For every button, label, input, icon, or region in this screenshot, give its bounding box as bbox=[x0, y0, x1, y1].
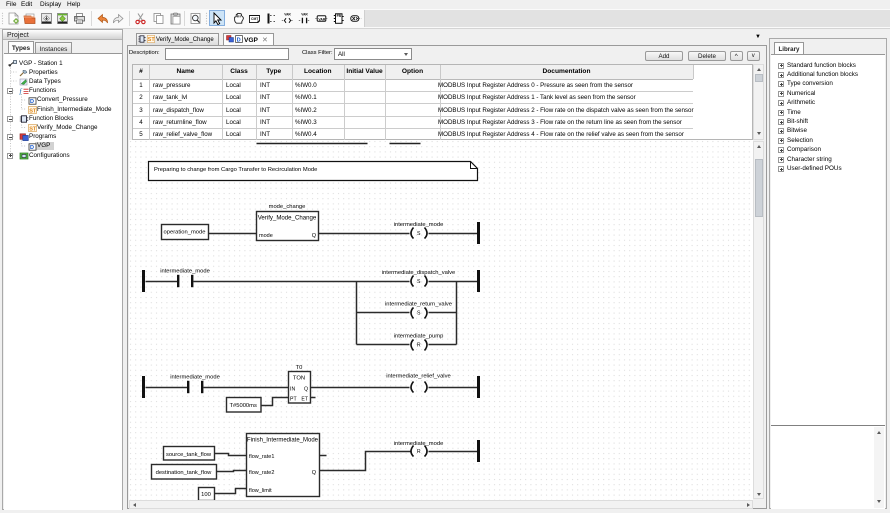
svg-text:ST: ST bbox=[29, 108, 37, 114]
svg-text:ET: ET bbox=[301, 397, 308, 403]
svg-text:FB: FB bbox=[337, 14, 342, 18]
svg-text:intermediate_mode: intermediate_mode bbox=[170, 374, 220, 380]
svg-text:Verify_Mode_Change: Verify_Mode_Change bbox=[258, 215, 317, 222]
svg-text:Q: Q bbox=[312, 470, 317, 476]
svg-text:flow_rate1: flow_rate1 bbox=[249, 454, 274, 460]
svg-text:intermediate_relief_valve: intermediate_relief_valve bbox=[386, 374, 450, 380]
svg-text:Preparing to change from Cargo: Preparing to change from Cargo Transfer … bbox=[154, 167, 317, 173]
svg-text:T0: T0 bbox=[296, 365, 303, 371]
svg-text:100: 100 bbox=[201, 492, 211, 498]
svg-text:D: D bbox=[30, 99, 34, 105]
svg-text:intermediate_mode: intermediate_mode bbox=[160, 268, 210, 274]
svg-text:mode_change: mode_change bbox=[269, 204, 306, 210]
svg-text:R: R bbox=[417, 343, 421, 349]
svg-text:TON: TON bbox=[293, 376, 305, 382]
svg-text:flow_limit: flow_limit bbox=[249, 488, 272, 494]
svg-text:intermediate_pump: intermediate_pump bbox=[394, 334, 444, 340]
svg-text:S: S bbox=[417, 231, 421, 237]
svg-text:intermediate_return_valve: intermediate_return_valve bbox=[385, 302, 452, 308]
svg-text:VAR: VAR bbox=[318, 17, 325, 21]
svg-text:PT: PT bbox=[290, 397, 297, 403]
svg-text:CMT: CMT bbox=[251, 17, 259, 21]
svg-text:source_tank_flow: source_tank_flow bbox=[166, 452, 212, 458]
svg-text:VAR: VAR bbox=[301, 13, 308, 17]
svg-text:VAR: VAR bbox=[284, 13, 291, 17]
svg-text:destination_tank_flow: destination_tank_flow bbox=[156, 470, 213, 476]
svg-text:T#5000ms: T#5000ms bbox=[230, 403, 257, 409]
svg-text:intermediate_dispatch_valve: intermediate_dispatch_valve bbox=[382, 270, 455, 276]
svg-text:operation_mode: operation_mode bbox=[164, 230, 206, 236]
svg-text:Finish_Intermediate_Mode: Finish_Intermediate_Mode bbox=[247, 438, 319, 444]
svg-text:D: D bbox=[237, 37, 241, 43]
svg-text:ST: ST bbox=[148, 37, 155, 43]
svg-text:intermediate_mode: intermediate_mode bbox=[394, 441, 444, 447]
svg-text:Q: Q bbox=[304, 387, 308, 393]
svg-text:S: S bbox=[417, 279, 421, 285]
svg-text:flow_rate2: flow_rate2 bbox=[249, 470, 274, 476]
svg-text:D: D bbox=[30, 145, 34, 151]
svg-text:Q: Q bbox=[312, 233, 317, 239]
svg-text:f: f bbox=[20, 88, 23, 96]
svg-text:intermediate_mode: intermediate_mode bbox=[394, 222, 444, 228]
svg-text:ST: ST bbox=[29, 126, 37, 132]
svg-text:R: R bbox=[417, 449, 421, 455]
svg-text:mode: mode bbox=[259, 233, 273, 239]
svg-text:S: S bbox=[417, 311, 421, 317]
svg-text:IN: IN bbox=[290, 387, 295, 393]
